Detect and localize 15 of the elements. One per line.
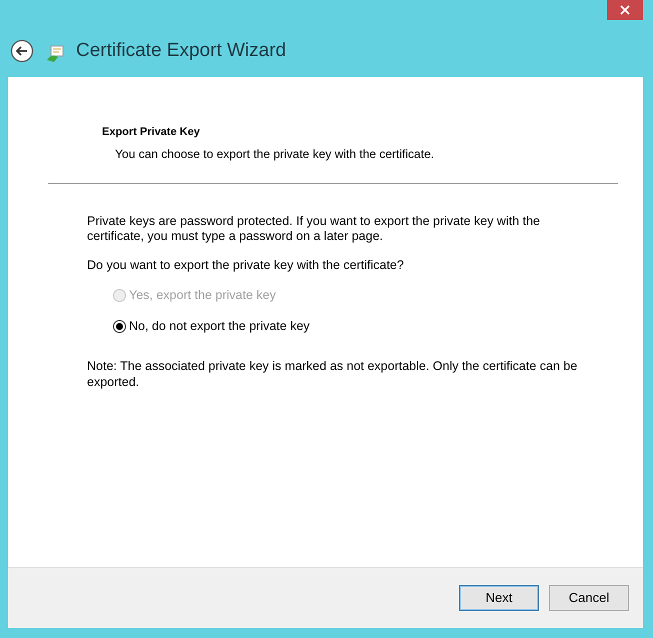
radio-label: Yes, export the private key — [129, 287, 276, 304]
page-subheading: You can choose to export the private key with the certificate. — [115, 146, 434, 162]
question-text: Do you want to export the private key with the certificate? — [87, 256, 404, 274]
window-title: Certificate Export Wizard — [76, 41, 286, 60]
certificate-icon — [46, 45, 64, 63]
radio-label: No, do not export the private key — [129, 318, 310, 335]
dialog-button[interactable]: Next — [459, 585, 539, 611]
page-heading: Export Private Key — [102, 125, 200, 140]
back-icon[interactable] — [10, 39, 34, 63]
note-text: Note: The associated private key is marked as not exportable. Only the certificate can be exported. — [87, 358, 578, 390]
close-icon — [620, 5, 630, 15]
dialog-button[interactable]: Cancel — [549, 585, 629, 611]
intro-text: Private keys are password protected. If you want to export the private key with the certificate, you must type a password on a later page. — [87, 214, 542, 244]
close-button[interactable] — [607, 0, 643, 20]
radio-button[interactable] — [113, 320, 126, 333]
